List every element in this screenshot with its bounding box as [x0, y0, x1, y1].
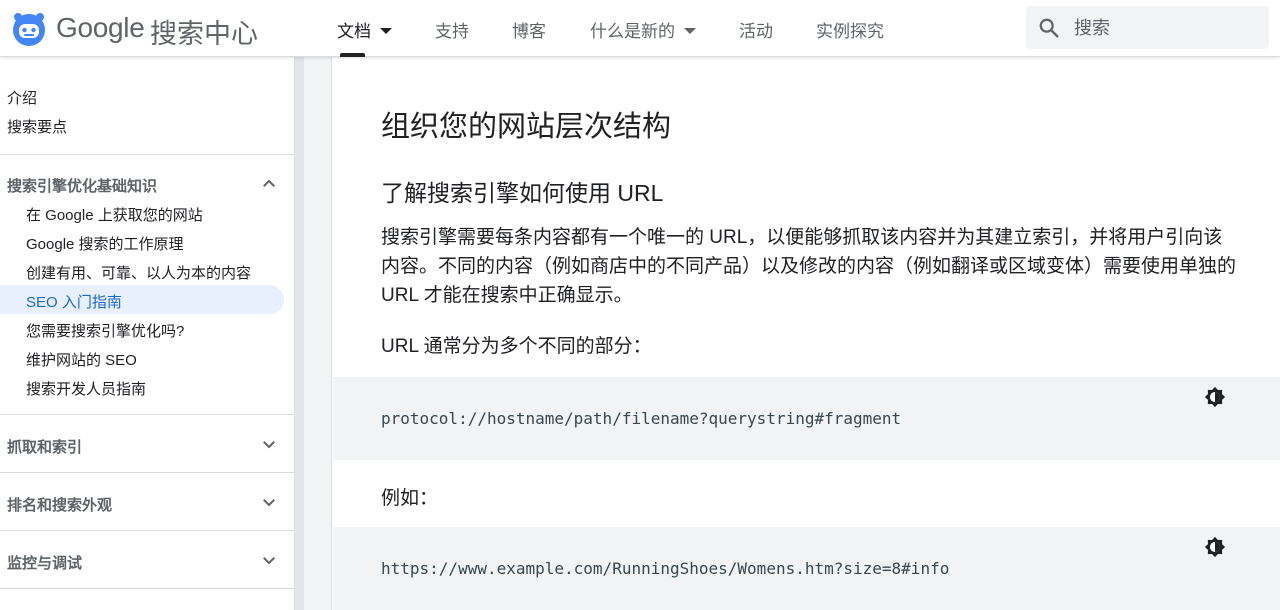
dark-mode-toggle-icon[interactable] [1204, 386, 1226, 408]
code-block-url-example: https://www.example.com/RunningShoes/Wom… [333, 527, 1280, 610]
sidebar-item-developer-guide[interactable]: 搜索开发人员指南 [26, 378, 146, 399]
sidebar-item-how-search-works[interactable]: Google 搜索的工作原理 [26, 233, 184, 254]
caret-down-icon [380, 28, 392, 34]
page-title: 组织您的网站层次结构 [381, 111, 672, 143]
sidebar-item-essentials[interactable]: 搜索要点 [7, 116, 67, 137]
sidebar-section-seo-basics[interactable]: 搜索引擎优化基础知识 [7, 175, 157, 196]
sidebar-item-maintain-seo[interactable]: 维护网站的 SEO [26, 349, 137, 370]
tab-whats-new-label: 什么是新的 [590, 22, 675, 41]
sidebar-section-ranking-appearance[interactable]: 排名和搜索外观 [7, 494, 112, 515]
tab-events-label: 活动 [739, 22, 773, 41]
code-text: https://www.example.com/RunningShoes/Wom… [381, 559, 950, 578]
sidebar-scrollbar[interactable] [295, 57, 304, 610]
tab-support-label: 支持 [435, 22, 469, 41]
tab-case-studies[interactable]: 实例探究 [816, 17, 884, 57]
section-heading: 了解搜索引擎如何使用 URL [381, 180, 664, 206]
brand-google[interactable]: Google [56, 12, 145, 44]
tab-case-studies-label: 实例探究 [816, 22, 884, 41]
tab-docs-label: 文档 [337, 22, 371, 41]
url-intro-text: URL 通常分为多个不同的部分： [381, 336, 652, 357]
brand-product-name[interactable]: 搜索中心 [150, 12, 258, 51]
tab-events[interactable]: 活动 [739, 17, 773, 57]
tab-blog[interactable]: 博客 [512, 17, 546, 57]
active-tab-indicator [340, 53, 365, 57]
search-central-logo-icon[interactable] [9, 9, 49, 49]
sidebar-section-monitoring-debugging[interactable]: 监控与调试 [7, 552, 82, 573]
sidebar-divider [0, 588, 294, 589]
tab-whats-new[interactable]: 什么是新的 [590, 17, 696, 57]
sidebar-nav: 介绍 搜索要点 搜索引擎优化基础知识 在 Google 上获取您的网站 Goog… [0, 57, 294, 610]
sidebar-item-helpful-content[interactable]: 创建有用、可靠、以人为本的内容 [26, 262, 251, 283]
sidebar-divider [0, 154, 294, 155]
sidebar-divider [0, 414, 294, 415]
chevron-up-icon[interactable] [260, 175, 278, 193]
code-block-url-structure: protocol://hostname/path/filename?querys… [333, 377, 1280, 460]
sidebar-divider [0, 530, 294, 531]
top-app-bar: Google 搜索中心 文档 支持 博客 什么是新的 活动 实例探究 [0, 0, 1280, 57]
chevron-down-icon[interactable] [260, 435, 278, 453]
sidebar-item-do-you-need-seo[interactable]: 您需要搜索引擎优化吗? [26, 320, 184, 341]
caret-down-icon [684, 28, 696, 34]
main-content: 组织您的网站层次结构 了解搜索引擎如何使用 URL 搜索引擎需要每条内容都有一个… [333, 57, 1280, 610]
example-label: 例如： [381, 488, 439, 509]
tab-support[interactable]: 支持 [435, 17, 469, 57]
search-input[interactable] [1074, 15, 1254, 41]
tab-blog-label: 博客 [512, 22, 546, 41]
sidebar-item-get-on-google[interactable]: 在 Google 上获取您的网站 [26, 204, 203, 225]
tab-docs[interactable]: 文档 [337, 17, 392, 57]
code-text: protocol://hostname/path/filename?querys… [381, 409, 902, 428]
search-box[interactable] [1026, 6, 1269, 49]
dark-mode-toggle-icon[interactable] [1204, 536, 1226, 558]
chevron-down-icon[interactable] [260, 493, 278, 511]
sidebar-section-crawling-indexing[interactable]: 抓取和索引 [7, 436, 82, 457]
sidebar-divider [0, 472, 294, 473]
body-paragraph: 搜索引擎需要每条内容都有一个唯一的 URL，以便能够抓取该内容并为其建立索引，并… [381, 227, 1237, 306]
search-icon[interactable] [1038, 17, 1060, 39]
sidebar-item-intro[interactable]: 介绍 [7, 87, 37, 108]
chevron-down-icon[interactable] [260, 551, 278, 569]
sidebar-item-seo-starter-guide[interactable]: SEO 入门指南 [26, 291, 122, 312]
